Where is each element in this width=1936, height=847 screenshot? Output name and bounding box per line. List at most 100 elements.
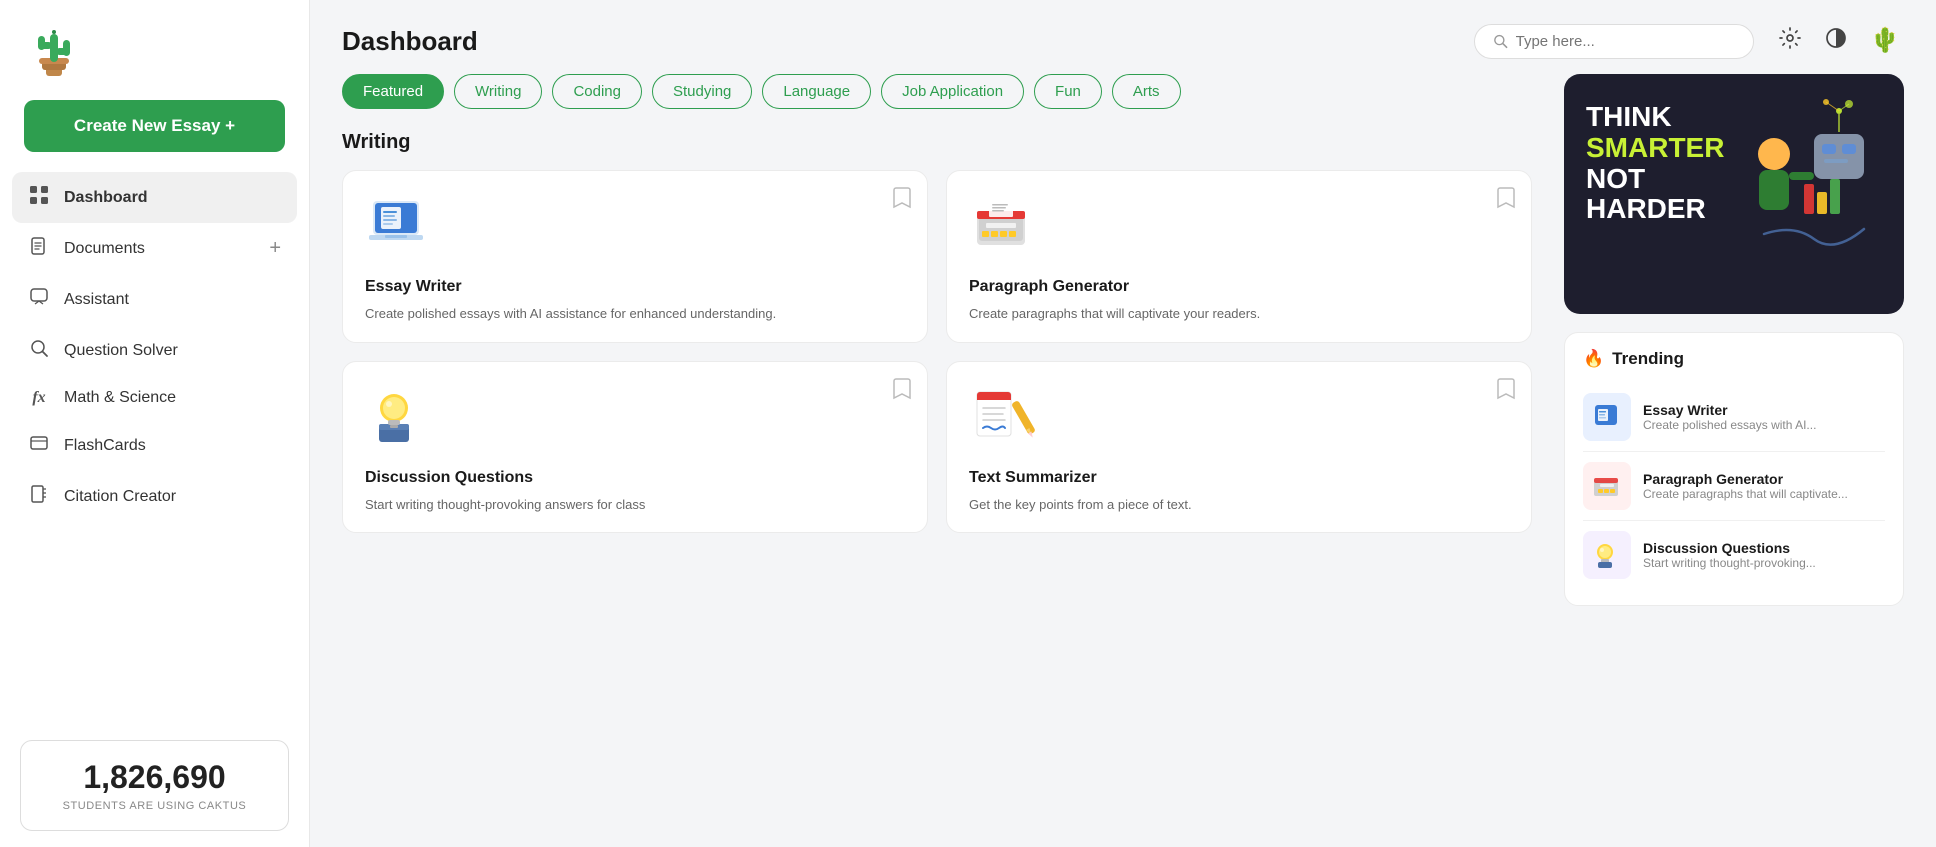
text-summarizer-title: Text Summarizer — [969, 469, 1509, 487]
promo-think: THINK — [1586, 102, 1724, 133]
tab-job-application[interactable]: Job Application — [881, 74, 1024, 109]
contrast-button[interactable] — [1820, 22, 1852, 60]
search-bar[interactable] — [1474, 24, 1754, 59]
tab-fun[interactable]: Fun — [1034, 74, 1102, 109]
paragraph-gen-desc: Create paragraphs that will captivate yo… — [969, 304, 1509, 324]
dashboard-icon — [28, 185, 50, 210]
card-discussion-questions[interactable]: Discussion Questions Start writing thoug… — [342, 361, 928, 534]
tab-featured[interactable]: Featured — [342, 74, 444, 109]
math-science-label: Math & Science — [64, 389, 176, 407]
sidebar: Create New Essay + Dashboard Documents +… — [0, 0, 310, 847]
writing-section: Writing — [342, 131, 1532, 533]
center-panel: Featured Writing Coding Studying Languag… — [342, 74, 1540, 847]
essay-writer-desc: Create polished essays with AI assistanc… — [365, 304, 905, 324]
trending-title-paragraph: Paragraph Generator — [1643, 471, 1885, 487]
header-icons: 🌵 — [1774, 22, 1904, 60]
settings-icon — [1778, 26, 1802, 50]
trending-item-essay-writer[interactable]: Essay Writer Create polished essays with… — [1583, 383, 1885, 452]
avatar-button[interactable]: 🌵 — [1866, 25, 1904, 57]
documents-icon — [28, 236, 50, 261]
trending-desc-paragraph: Create paragraphs that will captivate... — [1643, 487, 1885, 501]
cards-grid: Essay Writer Create polished essays with… — [342, 170, 1532, 533]
writing-section-title: Writing — [342, 131, 1532, 154]
nav-list: Dashboard Documents + Assistant Question… — [0, 172, 309, 724]
trending-title: Trending — [1612, 349, 1684, 369]
promo-not: NOT — [1586, 164, 1724, 195]
trending-thumb-essay — [1583, 393, 1631, 441]
discussion-icon — [365, 384, 431, 450]
question-solver-icon — [28, 338, 50, 363]
essay-writer-title: Essay Writer — [365, 278, 905, 296]
promo-illustration — [1700, 74, 1904, 314]
trending-desc-discussion: Start writing thought-provoking... — [1643, 556, 1885, 570]
sidebar-item-math-science[interactable]: fx Math & Science — [12, 376, 297, 420]
documents-add-icon[interactable]: + — [269, 237, 281, 260]
trending-header: 🔥 Trending — [1583, 349, 1885, 369]
text-summarizer-icon — [969, 384, 1035, 450]
discussion-desc: Start writing thought-provoking answers … — [365, 495, 905, 515]
trending-title-discussion: Discussion Questions — [1643, 540, 1885, 556]
math-science-icon: fx — [28, 389, 50, 407]
trending-title-essay: Essay Writer — [1643, 402, 1885, 418]
documents-label: Documents — [64, 240, 145, 258]
essay-writer-icon — [365, 193, 431, 259]
tab-language[interactable]: Language — [762, 74, 871, 109]
bookmark-paragraph-generator[interactable] — [1497, 187, 1515, 214]
right-panel: THINK SMARTER NOT HARDER — [1564, 74, 1904, 847]
search-input[interactable] — [1516, 33, 1735, 50]
citation-creator-label: Citation Creator — [64, 488, 176, 506]
search-icon — [1493, 33, 1508, 49]
trending-info-discussion: Discussion Questions Start writing thoug… — [1643, 540, 1885, 570]
flashcards-label: FlashCards — [64, 437, 146, 455]
logo-area — [0, 0, 309, 100]
paragraph-gen-title: Paragraph Generator — [969, 278, 1509, 296]
bookmark-essay-writer[interactable] — [893, 187, 911, 214]
promo-smarter: SMARTER — [1586, 133, 1724, 164]
trending-thumb-discussion — [1583, 531, 1631, 579]
page-title: Dashboard — [342, 26, 478, 57]
trending-info-essay: Essay Writer Create polished essays with… — [1643, 402, 1885, 432]
trending-desc-essay: Create polished essays with AI... — [1643, 418, 1885, 432]
student-stats: 1,826,690 STUDENTS ARE USING CAKTUS — [20, 740, 289, 831]
bookmark-text-summarizer[interactable] — [1497, 378, 1515, 405]
tab-studying[interactable]: Studying — [652, 74, 752, 109]
main-content: Dashboard 🌵 Featured Writing C — [310, 0, 1936, 847]
trending-section: 🔥 Trending Essay Writer Create polished … — [1564, 332, 1904, 606]
student-count-value: 1,826,690 — [41, 759, 268, 796]
sidebar-item-question-solver[interactable]: Question Solver — [12, 325, 297, 376]
tab-writing[interactable]: Writing — [454, 74, 542, 109]
card-text-summarizer[interactable]: Text Summarizer Get the key points from … — [946, 361, 1532, 534]
trending-item-paragraph[interactable]: Paragraph Generator Create paragraphs th… — [1583, 452, 1885, 521]
fire-icon: 🔥 — [1583, 349, 1604, 369]
text-summarizer-desc: Get the key points from a piece of text. — [969, 495, 1509, 515]
sidebar-item-assistant[interactable]: Assistant — [12, 274, 297, 325]
flashcards-icon — [28, 433, 50, 458]
sidebar-item-dashboard[interactable]: Dashboard — [12, 172, 297, 223]
settings-button[interactable] — [1774, 22, 1806, 60]
discussion-title: Discussion Questions — [365, 469, 905, 487]
assistant-label: Assistant — [64, 291, 129, 309]
content-area: Featured Writing Coding Studying Languag… — [310, 74, 1936, 847]
promo-harder: HARDER — [1586, 194, 1724, 225]
tab-coding[interactable]: Coding — [552, 74, 642, 109]
citation-creator-icon — [28, 484, 50, 509]
student-count-label: STUDENTS ARE USING CAKTUS — [41, 800, 268, 812]
card-paragraph-generator[interactable]: Paragraph Generator Create paragraphs th… — [946, 170, 1532, 343]
sidebar-item-documents[interactable]: Documents + — [12, 223, 297, 274]
sidebar-item-citation-creator[interactable]: Citation Creator — [12, 471, 297, 522]
sidebar-item-flashcards[interactable]: FlashCards — [12, 420, 297, 471]
create-essay-button[interactable]: Create New Essay + — [24, 100, 285, 152]
cactus-logo-icon — [24, 22, 84, 82]
tab-arts[interactable]: Arts — [1112, 74, 1181, 109]
dashboard-label: Dashboard — [64, 189, 148, 207]
contrast-icon — [1824, 26, 1848, 50]
trending-thumb-paragraph — [1583, 462, 1631, 510]
trending-info-paragraph: Paragraph Generator Create paragraphs th… — [1643, 471, 1885, 501]
card-essay-writer[interactable]: Essay Writer Create polished essays with… — [342, 170, 928, 343]
filter-tabs: Featured Writing Coding Studying Languag… — [342, 74, 1532, 109]
header: Dashboard 🌵 — [310, 0, 1936, 74]
trending-item-discussion[interactable]: Discussion Questions Start writing thoug… — [1583, 521, 1885, 589]
assistant-icon — [28, 287, 50, 312]
promo-banner: THINK SMARTER NOT HARDER — [1564, 74, 1904, 314]
bookmark-discussion[interactable] — [893, 378, 911, 405]
